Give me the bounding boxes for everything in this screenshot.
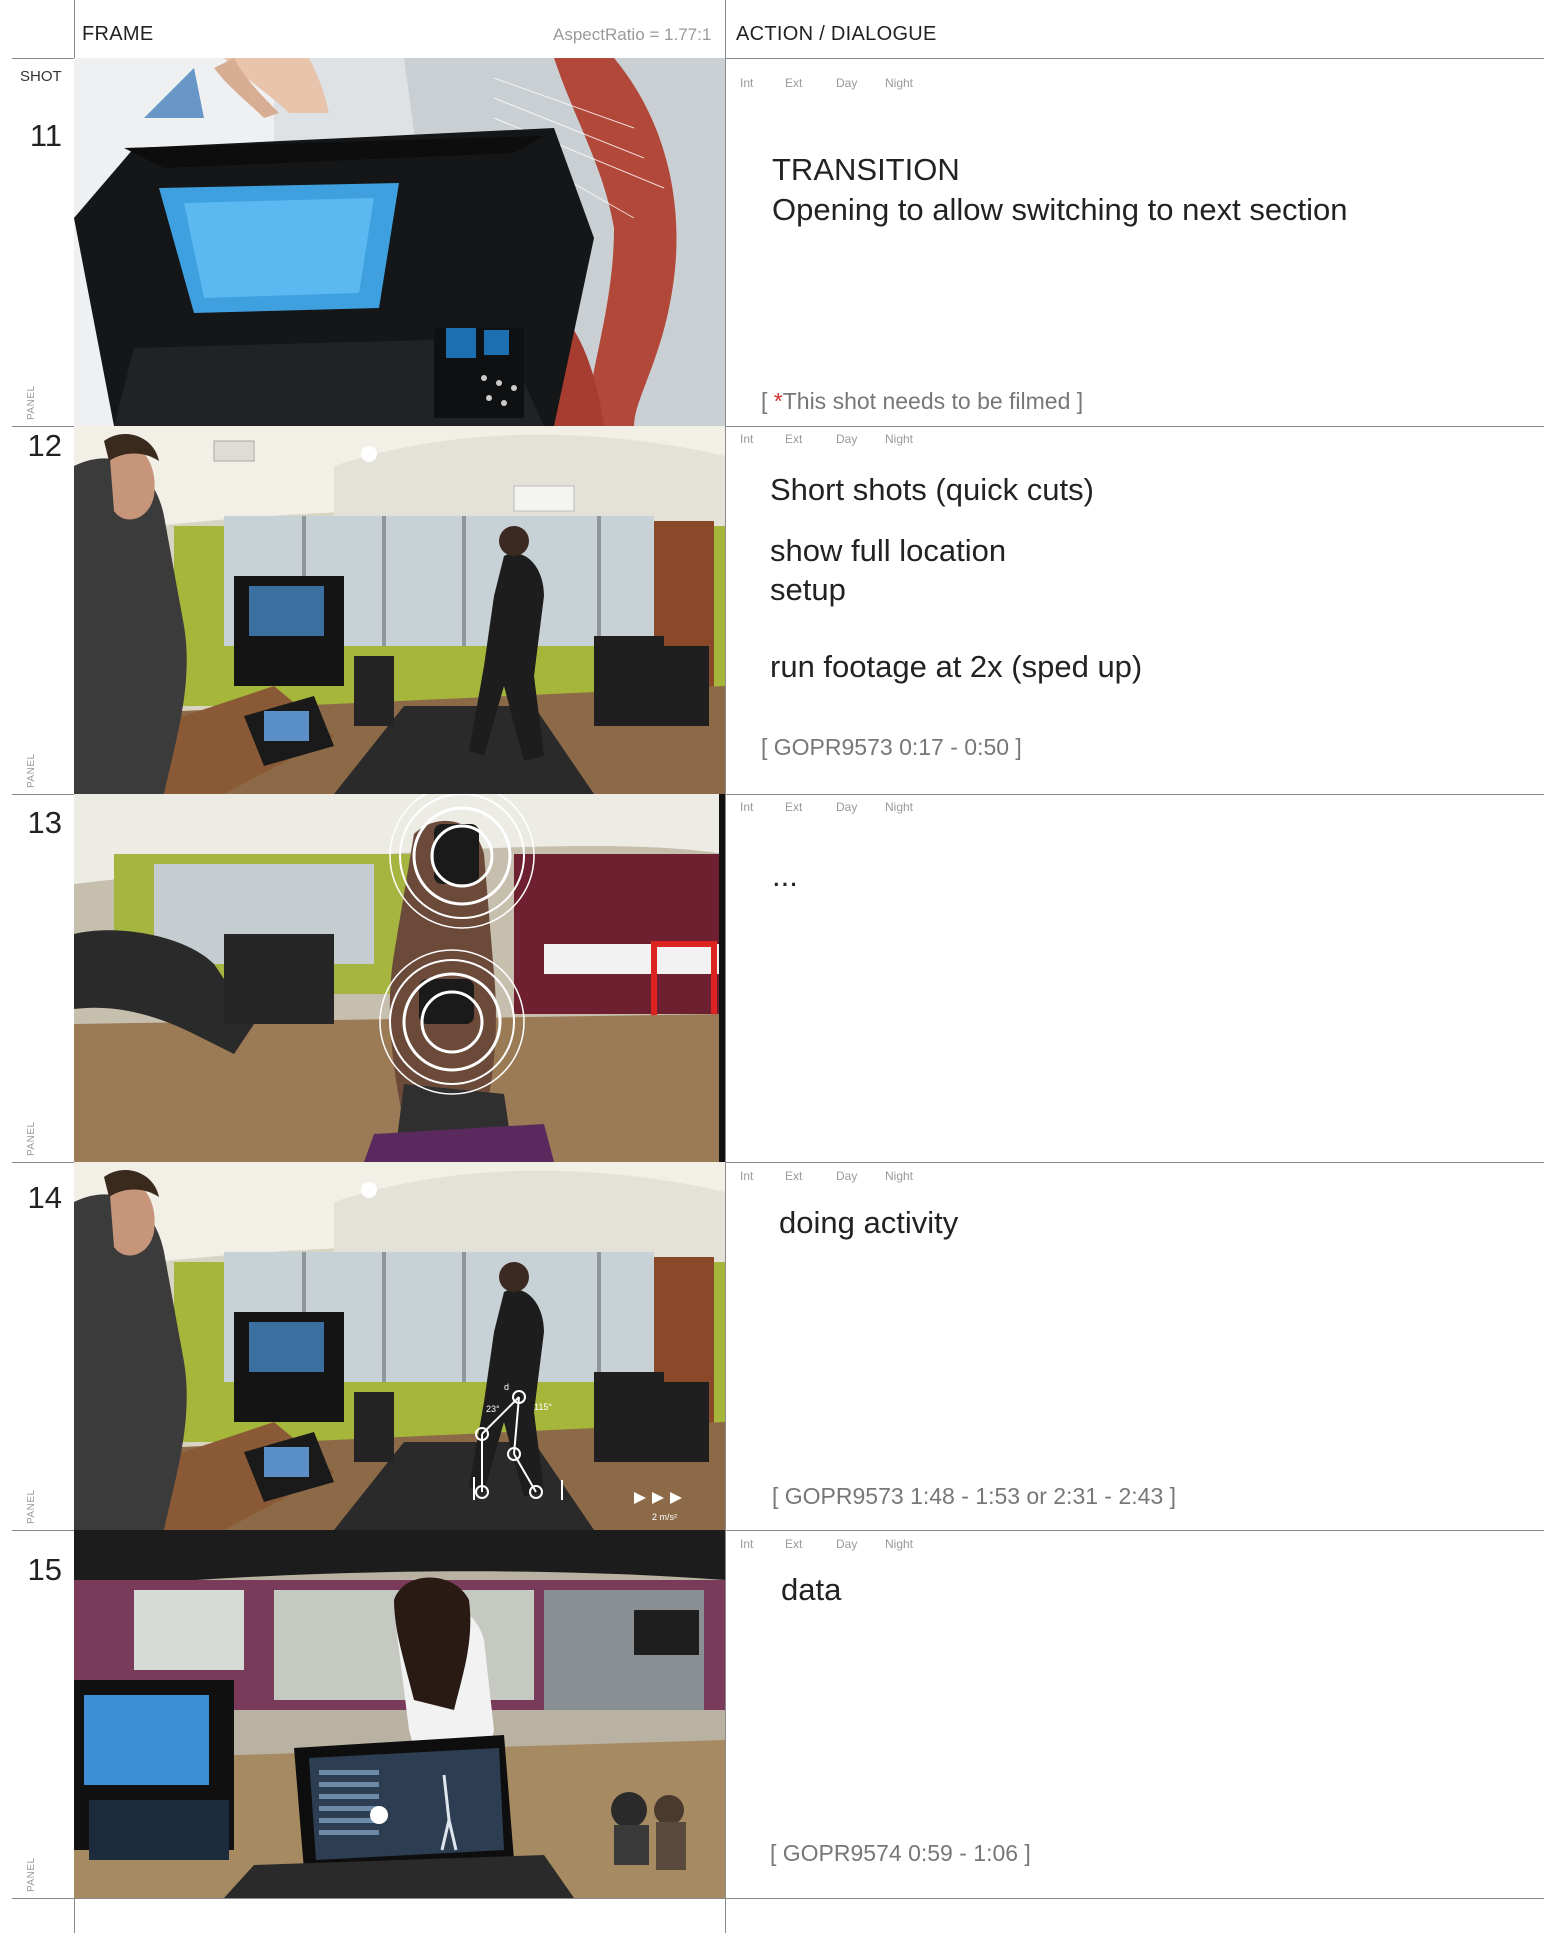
note-bracket: [ <box>761 388 774 414</box>
action-line: TRANSITION <box>772 152 960 187</box>
frame-header: FRAME <box>82 23 154 45</box>
laptop-data-image <box>74 1530 725 1898</box>
row-rule-15 <box>12 1898 1544 1899</box>
action-line: Short shots (quick cuts) <box>770 472 1094 507</box>
tag-ext: Ext <box>785 800 803 814</box>
tag-ext: Ext <box>785 76 803 90</box>
tag-day: Day <box>836 76 858 90</box>
tag-int: Int <box>740 432 754 446</box>
tag-day: Day <box>836 432 858 446</box>
action-line: show full location <box>770 533 1007 568</box>
leg-sensor-image <box>74 794 725 1162</box>
shot-number: 12 <box>27 428 62 463</box>
tag-night: Night <box>885 76 914 90</box>
shot-column-label: SHOT <box>20 68 62 85</box>
overlay-angle-1: 23° <box>486 1404 500 1414</box>
aspect-ratio: AspectRatio = 1.77:1 <box>553 25 712 44</box>
shot-number: 14 <box>27 1180 62 1215</box>
treadmill-overlay-image: 23° 115° d 2 m/s² <box>74 1162 725 1530</box>
shot-number: 15 <box>27 1552 62 1587</box>
shot-note: [ GOPR9574 0:59 - 1:06 ] <box>770 1840 1031 1866</box>
case-anatomy-image <box>74 58 725 426</box>
tag-int: Int <box>740 1169 754 1183</box>
dialogue-label: / DIALOGUE <box>819 23 937 45</box>
asterisk: * <box>773 388 783 414</box>
shot-note: [ GOPR9573 1:48 - 1:53 or 2:31 - 2:43 ] <box>772 1483 1177 1509</box>
tag-day: Day <box>836 1537 858 1551</box>
action-header: ACTION / DIALOGUE <box>736 23 937 46</box>
overlay-d: d <box>504 1382 509 1392</box>
overlay-speed: 2 m/s² <box>652 1512 677 1522</box>
panel-label: PANEL <box>26 1489 37 1524</box>
action-line: doing activity <box>779 1205 959 1240</box>
shot-number: 11 <box>29 118 62 153</box>
shot-frame-15 <box>74 1530 725 1898</box>
action-line: Opening to allow switching to next secti… <box>772 192 1348 227</box>
shot-frame-12 <box>74 426 725 794</box>
shot-note: [ *This shot needs to be filmed ] <box>761 388 1083 415</box>
note-text: This shot needs to be filmed ] <box>782 388 1084 414</box>
action-line: run footage at 2x (sped up) <box>770 649 1143 684</box>
tag-day: Day <box>836 1169 858 1183</box>
shot-frame-11 <box>74 58 725 426</box>
tag-int: Int <box>740 1537 754 1551</box>
shot-note: [ GOPR9573 0:17 - 0:50 ] <box>761 734 1022 760</box>
tag-ext: Ext <box>785 432 803 446</box>
tag-ext: Ext <box>785 1169 803 1183</box>
gym-treadmill-image <box>74 426 725 794</box>
shot-frame-13 <box>74 794 725 1162</box>
tag-night: Night <box>885 432 914 446</box>
shot-number: 13 <box>27 805 62 840</box>
frame-column-right-rule <box>725 0 726 1933</box>
panel-label: PANEL <box>26 1121 37 1156</box>
shot-frame-14: 23° 115° d 2 m/s² <box>74 1162 725 1530</box>
panel-label: PANEL <box>26 385 37 420</box>
panel-label: PANEL <box>26 753 37 788</box>
tag-night: Night <box>885 1537 914 1551</box>
action-label: ACTION <box>736 23 814 45</box>
action-line: setup <box>770 572 846 607</box>
tag-day: Day <box>836 800 858 814</box>
panel-label: PANEL <box>26 1857 37 1892</box>
tag-int: Int <box>740 76 754 90</box>
action-line: data <box>781 1572 842 1607</box>
tag-night: Night <box>885 800 914 814</box>
tag-int: Int <box>740 800 754 814</box>
tag-night: Night <box>885 1169 914 1183</box>
action-line: ... <box>772 858 798 893</box>
tag-ext: Ext <box>785 1537 803 1551</box>
overlay-angle-2: 115° <box>534 1402 552 1412</box>
